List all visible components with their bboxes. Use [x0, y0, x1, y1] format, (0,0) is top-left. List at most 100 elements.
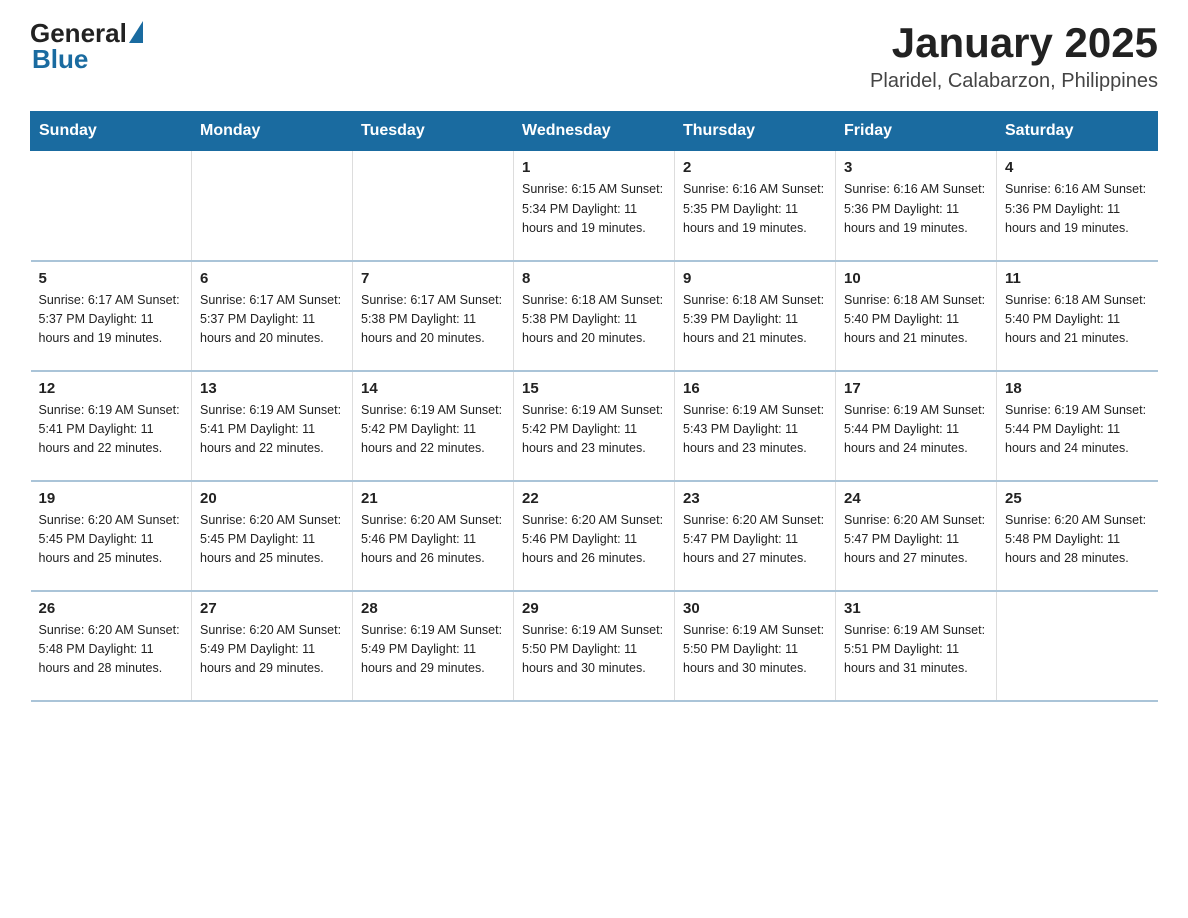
- calendar-cell: 10 Sunrise: 6:18 AM Sunset: 5:40 PM Dayli…: [836, 261, 997, 371]
- weekday-header-tuesday: Tuesday: [353, 112, 514, 151]
- day-info: Sunrise: 6:16 AM Sunset: 5:35 PM Dayligh…: [683, 180, 827, 238]
- day-number: 27: [200, 600, 344, 617]
- day-number: 2: [683, 159, 827, 176]
- day-number: 11: [1005, 270, 1150, 287]
- calendar-cell: 9Sunrise: 6:18 AM Sunset: 5:39 PM Daylig…: [675, 261, 836, 371]
- logo-blue-text: Blue: [32, 44, 88, 75]
- day-info: Sunrise: 6:20 AM Sunset: 5:47 PM Dayligh…: [844, 511, 988, 569]
- calendar-cell: 2 Sunrise: 6:16 AM Sunset: 5:35 PM Daylig…: [675, 151, 836, 261]
- day-info: Sunrise: 6:19 AM Sunset: 5:41 PM Dayligh…: [200, 401, 344, 459]
- logo-general-text: General: [30, 20, 127, 46]
- day-info: Sunrise: 6:17 AM Sunset: 5:37 PM Dayligh…: [39, 291, 184, 349]
- calendar-cell: 6Sunrise: 6:17 AM Sunset: 5:37 PM Daylig…: [192, 261, 353, 371]
- calendar-week-row: 26 Sunrise: 6:20 AM Sunset: 5:48 PM Dayli…: [31, 591, 1158, 701]
- weekday-header-row: SundayMondayTuesdayWednesdayThursdayFrid…: [31, 112, 1158, 151]
- calendar-cell: 18 Sunrise: 6:19 AM Sunset: 5:44 PM Dayli…: [997, 371, 1158, 481]
- calendar-cell: 16 Sunrise: 6:19 AM Sunset: 5:43 PM Dayli…: [675, 371, 836, 481]
- calendar-cell: 29Sunrise: 6:19 AM Sunset: 5:50 PM Dayli…: [514, 591, 675, 701]
- day-info: Sunrise: 6:19 AM Sunset: 5:44 PM Dayligh…: [844, 401, 988, 459]
- calendar-cell: [31, 151, 192, 261]
- calendar-cell: 3 Sunrise: 6:16 AM Sunset: 5:36 PM Daylig…: [836, 151, 997, 261]
- day-info: Sunrise: 6:19 AM Sunset: 5:50 PM Dayligh…: [683, 621, 827, 679]
- day-info: Sunrise: 6:19 AM Sunset: 5:51 PM Dayligh…: [844, 621, 988, 679]
- day-info: Sunrise: 6:20 AM Sunset: 5:46 PM Dayligh…: [522, 511, 666, 569]
- day-number: 31: [844, 600, 988, 617]
- day-number: 14: [361, 380, 505, 397]
- day-number: 3: [844, 159, 988, 176]
- calendar-cell: [353, 151, 514, 261]
- calendar-cell: 7 Sunrise: 6:17 AM Sunset: 5:38 PM Daylig…: [353, 261, 514, 371]
- day-number: 29: [522, 600, 666, 617]
- day-info: Sunrise: 6:18 AM Sunset: 5:40 PM Dayligh…: [844, 291, 988, 349]
- day-number: 1: [522, 159, 666, 176]
- day-info: Sunrise: 6:20 AM Sunset: 5:46 PM Dayligh…: [361, 511, 505, 569]
- logo: General Blue: [30, 20, 143, 75]
- day-info: Sunrise: 6:17 AM Sunset: 5:37 PM Dayligh…: [200, 291, 344, 349]
- day-number: 10: [844, 270, 988, 287]
- calendar-cell: 15 Sunrise: 6:19 AM Sunset: 5:42 PM Dayli…: [514, 371, 675, 481]
- calendar-cell: 31 Sunrise: 6:19 AM Sunset: 5:51 PM Dayli…: [836, 591, 997, 701]
- day-number: 16: [683, 380, 827, 397]
- calendar-week-row: 12 Sunrise: 6:19 AM Sunset: 5:41 PM Dayli…: [31, 371, 1158, 481]
- day-number: 20: [200, 490, 344, 507]
- day-info: Sunrise: 6:18 AM Sunset: 5:38 PM Dayligh…: [522, 291, 666, 349]
- day-number: 8: [522, 270, 666, 287]
- day-info: Sunrise: 6:20 AM Sunset: 5:48 PM Dayligh…: [39, 621, 184, 679]
- day-number: 22: [522, 490, 666, 507]
- calendar-cell: 8 Sunrise: 6:18 AM Sunset: 5:38 PM Daylig…: [514, 261, 675, 371]
- logo-triangle-icon: [129, 21, 143, 43]
- day-info: Sunrise: 6:19 AM Sunset: 5:43 PM Dayligh…: [683, 401, 827, 459]
- weekday-header-thursday: Thursday: [675, 112, 836, 151]
- day-info: Sunrise: 6:20 AM Sunset: 5:49 PM Dayligh…: [200, 621, 344, 679]
- calendar-cell: 21Sunrise: 6:20 AM Sunset: 5:46 PM Dayli…: [353, 481, 514, 591]
- day-number: 15: [522, 380, 666, 397]
- day-number: 4: [1005, 159, 1150, 176]
- day-number: 9: [683, 270, 827, 287]
- calendar-cell: 17 Sunrise: 6:19 AM Sunset: 5:44 PM Dayli…: [836, 371, 997, 481]
- day-info: Sunrise: 6:19 AM Sunset: 5:42 PM Dayligh…: [522, 401, 666, 459]
- day-info: Sunrise: 6:18 AM Sunset: 5:40 PM Dayligh…: [1005, 291, 1150, 349]
- day-info: Sunrise: 6:20 AM Sunset: 5:45 PM Dayligh…: [39, 511, 184, 569]
- weekday-header-monday: Monday: [192, 112, 353, 151]
- calendar-cell: 30 Sunrise: 6:19 AM Sunset: 5:50 PM Dayli…: [675, 591, 836, 701]
- calendar-cell: 24Sunrise: 6:20 AM Sunset: 5:47 PM Dayli…: [836, 481, 997, 591]
- weekday-header-saturday: Saturday: [997, 112, 1158, 151]
- day-info: Sunrise: 6:20 AM Sunset: 5:45 PM Dayligh…: [200, 511, 344, 569]
- day-info: Sunrise: 6:19 AM Sunset: 5:41 PM Dayligh…: [39, 401, 184, 459]
- month-title: January 2025: [870, 20, 1158, 66]
- day-number: 18: [1005, 380, 1150, 397]
- day-info: Sunrise: 6:20 AM Sunset: 5:48 PM Dayligh…: [1005, 511, 1150, 569]
- day-info: Sunrise: 6:17 AM Sunset: 5:38 PM Dayligh…: [361, 291, 505, 349]
- day-info: Sunrise: 6:19 AM Sunset: 5:42 PM Dayligh…: [361, 401, 505, 459]
- calendar-cell: [997, 591, 1158, 701]
- calendar-cell: 28 Sunrise: 6:19 AM Sunset: 5:49 PM Dayli…: [353, 591, 514, 701]
- day-number: 7: [361, 270, 505, 287]
- title-section: January 2025 Plaridel, Calabarzon, Phili…: [870, 20, 1158, 93]
- weekday-header-friday: Friday: [836, 112, 997, 151]
- weekday-header-wednesday: Wednesday: [514, 112, 675, 151]
- day-number: 28: [361, 600, 505, 617]
- day-number: 13: [200, 380, 344, 397]
- calendar-cell: [192, 151, 353, 261]
- calendar-cell: 23Sunrise: 6:20 AM Sunset: 5:47 PM Dayli…: [675, 481, 836, 591]
- calendar-cell: 1Sunrise: 6:15 AM Sunset: 5:34 PM Daylig…: [514, 151, 675, 261]
- day-number: 5: [39, 270, 184, 287]
- day-info: Sunrise: 6:19 AM Sunset: 5:44 PM Dayligh…: [1005, 401, 1150, 459]
- calendar-cell: 5 Sunrise: 6:17 AM Sunset: 5:37 PM Daylig…: [31, 261, 192, 371]
- day-number: 12: [39, 380, 184, 397]
- day-number: 23: [683, 490, 827, 507]
- calendar-cell: 22 Sunrise: 6:20 AM Sunset: 5:46 PM Dayli…: [514, 481, 675, 591]
- calendar-table: SundayMondayTuesdayWednesdayThursdayFrid…: [30, 111, 1158, 702]
- weekday-header-sunday: Sunday: [31, 112, 192, 151]
- day-number: 17: [844, 380, 988, 397]
- day-info: Sunrise: 6:19 AM Sunset: 5:49 PM Dayligh…: [361, 621, 505, 679]
- location-title: Plaridel, Calabarzon, Philippines: [870, 70, 1158, 93]
- calendar-cell: 19Sunrise: 6:20 AM Sunset: 5:45 PM Dayli…: [31, 481, 192, 591]
- day-number: 26: [39, 600, 184, 617]
- day-info: Sunrise: 6:16 AM Sunset: 5:36 PM Dayligh…: [844, 180, 988, 238]
- day-number: 30: [683, 600, 827, 617]
- calendar-cell: 14 Sunrise: 6:19 AM Sunset: 5:42 PM Dayli…: [353, 371, 514, 481]
- page-header: General Blue January 2025 Plaridel, Cala…: [30, 20, 1158, 93]
- calendar-cell: 12 Sunrise: 6:19 AM Sunset: 5:41 PM Dayli…: [31, 371, 192, 481]
- day-info: Sunrise: 6:16 AM Sunset: 5:36 PM Dayligh…: [1005, 180, 1150, 238]
